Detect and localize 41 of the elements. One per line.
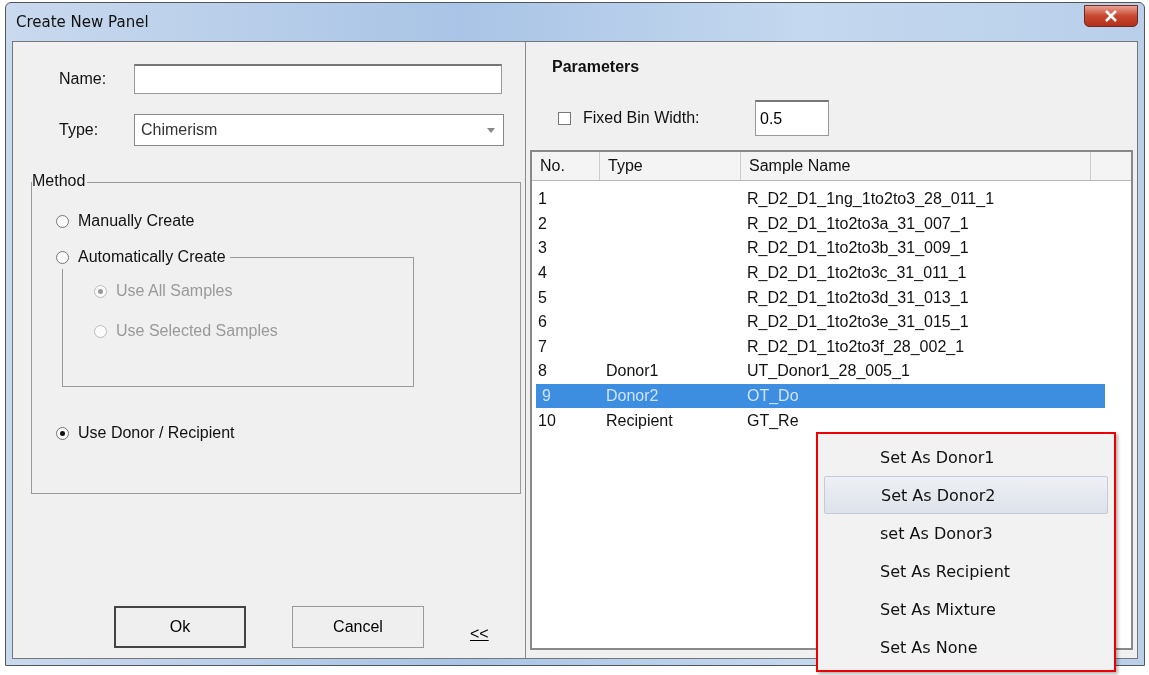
radio-label: Automatically Create — [78, 248, 226, 266]
radio-button[interactable] — [56, 214, 69, 228]
checkbox[interactable] — [558, 111, 571, 125]
radio-label: Use Donor / Recipient — [78, 424, 235, 442]
menu-item[interactable]: Set As Mixture — [824, 590, 1108, 628]
section-heading: Parameters — [552, 58, 641, 76]
radio-button[interactable] — [56, 426, 69, 440]
table-row[interactable]: 5 R_D2_D1_1to2to3d_31_013_1 — [532, 285, 1131, 310]
radio-label: Use All Samples — [116, 282, 233, 300]
bin-width-field[interactable]: 0.5 — [755, 100, 829, 136]
field-label: Name: — [59, 70, 108, 88]
radio-label: Use Selected Samples — [116, 322, 278, 340]
menu-item[interactable]: Set As Donor2 — [824, 476, 1108, 514]
dialog-button[interactable]: Ok — [114, 606, 246, 648]
dialog-button[interactable]: Cancel — [292, 606, 424, 648]
table-row[interactable]: 8 Donor1 UT_Donor1_28_005_1 — [532, 359, 1131, 384]
table-row[interactable]: 10 Recipient GT_Re — [532, 408, 1131, 433]
radio-label: Manually Create — [78, 212, 195, 230]
radio-button[interactable] — [56, 250, 69, 264]
dropdown-arrow-icon — [487, 127, 495, 133]
checkbox-label: Fixed Bin Width: — [583, 109, 701, 127]
name-field[interactable] — [134, 64, 502, 94]
column-header[interactable]: No. — [532, 152, 600, 180]
table-row[interactable]: 4 R_D2_D1_1to2to3c_31_011_1 — [532, 260, 1131, 286]
table-row[interactable]: 3 R_D2_D1_1to2to3b_31_009_1 — [532, 236, 1131, 261]
close-icon — [1104, 10, 1118, 22]
menu-item[interactable]: Set As None — [824, 628, 1108, 666]
table-row[interactable]: 6 R_D2_D1_1to2to3e_31_015_1 — [532, 309, 1131, 335]
table-row[interactable]: 2 R_D2_D1_1to2to3a_31_007_1 — [532, 211, 1131, 237]
menu-item[interactable]: Set As Donor1 — [824, 438, 1108, 476]
field-label: Type: — [59, 121, 100, 139]
type-dropdown[interactable]: Chimerism — [134, 114, 504, 146]
table-row[interactable]: 1 R_D2_D1_1ng_1to2to3_28_011_1 — [532, 187, 1131, 212]
close-button[interactable] — [1084, 5, 1138, 27]
column-header[interactable]: Sample Name — [741, 152, 1091, 180]
table-row[interactable]: 7 R_D2_D1_1to2to3f_28_002_1 — [532, 334, 1131, 360]
collapse-link[interactable]: << — [470, 625, 489, 643]
menu-item[interactable]: set As Donor3 — [824, 514, 1108, 552]
window-title: Create New Panel — [15, 13, 149, 31]
column-header[interactable]: Type — [600, 152, 741, 180]
menu-item[interactable]: Set As Recipient — [824, 552, 1108, 590]
